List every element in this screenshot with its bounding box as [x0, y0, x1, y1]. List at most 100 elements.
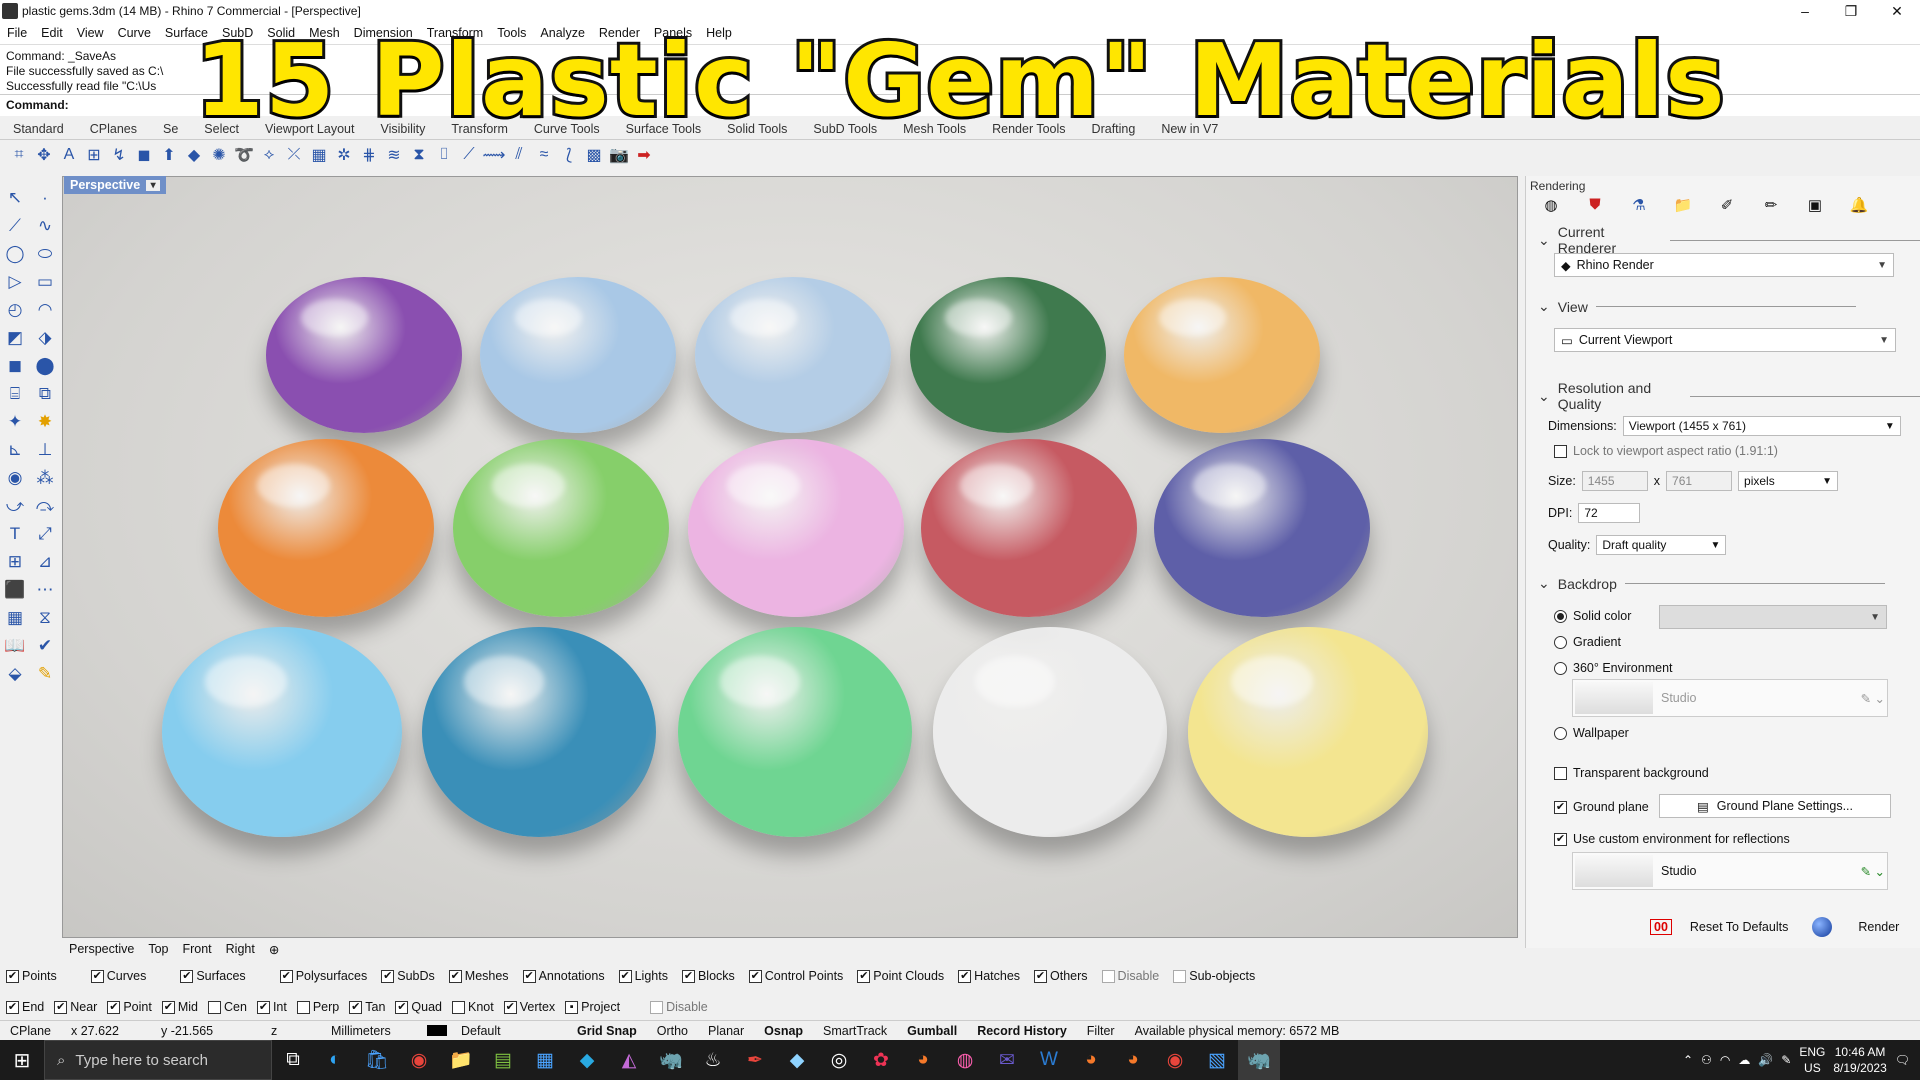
box-icon[interactable]: ◼	[133, 144, 155, 166]
checkbox[interactable]: ✔	[279, 969, 293, 983]
rhino-icon[interactable]: 🦏	[650, 1040, 692, 1080]
gradient-row[interactable]: Gradient	[1554, 635, 1621, 649]
osnap-vertex[interactable]: ✔ Vertex	[503, 1000, 555, 1014]
language-indicator[interactable]: ENG US	[1799, 1044, 1825, 1076]
record-history-toggle[interactable]: Record History	[967, 1024, 1077, 1038]
sweep-icon[interactable]: ≋	[383, 144, 405, 166]
checkbox[interactable]: ✔	[90, 969, 104, 983]
settings-icon[interactable]: ✺	[208, 144, 230, 166]
tab-standard[interactable]: Standard	[0, 122, 77, 136]
paint-app-icon[interactable]: ◍	[944, 1040, 986, 1080]
filter-annotations[interactable]: ✔ Annotations	[522, 969, 605, 983]
pencil-icon[interactable]: ✎ ⌄	[1861, 691, 1885, 706]
menu-analyze[interactable]: Analyze	[533, 26, 591, 40]
taskbar-search[interactable]: ⌕ Type here to search	[44, 1040, 272, 1080]
add-viewport-icon[interactable]: ⊕	[262, 942, 286, 957]
curve-icon[interactable]: ∿	[32, 214, 58, 237]
tab-transform[interactable]: Transform	[438, 122, 521, 136]
custom-env-checkbox[interactable]: ✔	[1554, 832, 1567, 846]
tab-visibility[interactable]: Visibility	[367, 122, 438, 136]
size-height-input[interactable]: 761	[1666, 471, 1733, 491]
checkbox[interactable]: ✔	[6, 1000, 19, 1014]
menu-view[interactable]: View	[70, 26, 111, 40]
davinci-icon[interactable]: ✿	[860, 1040, 902, 1080]
checkbox[interactable]: ✔	[381, 969, 395, 983]
rebuild-icon[interactable]: ⟡	[258, 144, 280, 166]
dpi-input[interactable]: 72	[1578, 503, 1641, 523]
osnap-toggle[interactable]: Osnap	[754, 1024, 813, 1038]
checkbox[interactable]: ✔	[107, 1000, 121, 1014]
filter-point-clouds[interactable]: ✔ Point Clouds	[857, 969, 944, 983]
point-icon[interactable]: ·	[32, 186, 58, 209]
units-select[interactable]: pixels ▼	[1738, 471, 1839, 491]
gem-dark-green[interactable]	[910, 277, 1106, 433]
ground-plane-settings-button[interactable]: ▤ Ground Plane Settings...	[1659, 794, 1891, 818]
menu-render[interactable]: Render	[592, 26, 647, 40]
section-view[interactable]: ⌄ View	[1538, 298, 1856, 315]
pipe-icon[interactable]: ⧗	[408, 144, 430, 166]
osnap-perp[interactable]: Perp	[296, 1000, 339, 1014]
checkbox[interactable]: ✔	[161, 1000, 175, 1014]
checkbox[interactable]: ✔	[958, 969, 972, 983]
gem-purple[interactable]	[266, 277, 462, 433]
tab-select[interactable]: Select	[191, 122, 252, 136]
arrow-icon[interactable]: ➡	[633, 144, 655, 166]
rhino-active-icon[interactable]: 🦏	[1238, 1040, 1280, 1080]
menu-mesh[interactable]: Mesh	[302, 26, 347, 40]
surface-icon[interactable]: ◆	[183, 144, 205, 166]
clock[interactable]: 10:46 AM 8/19/2023	[1833, 1044, 1886, 1076]
menu-curve[interactable]: Curve	[111, 26, 158, 40]
curve-tool-icon[interactable]: ↯	[108, 144, 130, 166]
layer-status[interactable]: Default	[417, 1024, 567, 1038]
ortho-toggle[interactable]: Ortho	[647, 1024, 698, 1038]
checkbox[interactable]: ✔	[857, 969, 871, 983]
gradient-radio[interactable]	[1554, 635, 1567, 649]
tab-mesh-tools[interactable]: Mesh Tools	[890, 122, 979, 136]
tab-surface-tools[interactable]: Surface Tools	[613, 122, 715, 136]
env360-row[interactable]: 360° Environment	[1554, 661, 1673, 675]
filter-surfaces[interactable]: ✔ Surfaces	[180, 969, 246, 983]
menu-edit[interactable]: Edit	[34, 26, 70, 40]
section-backdrop[interactable]: ⌄ Backdrop	[1538, 575, 1885, 592]
vptab-front[interactable]: Front	[175, 942, 218, 956]
project-icon[interactable]: ⫽	[508, 144, 530, 166]
filter-points[interactable]: ✔ Points	[6, 969, 57, 983]
app-icon[interactable]: ◆	[566, 1040, 608, 1080]
blender-icon[interactable]: ◕	[1070, 1040, 1112, 1080]
filter-control-points[interactable]: ✔ Control Points	[748, 969, 843, 983]
transparent-bg-row[interactable]: Transparent background	[1554, 766, 1709, 780]
teapot-icon[interactable]: ⚗	[1628, 196, 1650, 216]
ellipse-icon[interactable]: ⬭	[32, 242, 58, 265]
lights-icon[interactable]: ✦	[2, 410, 28, 433]
menu-solid[interactable]: Solid	[260, 26, 302, 40]
texture-icon[interactable]: ▩	[583, 144, 605, 166]
material-icon[interactable]: ⬙	[2, 662, 28, 685]
tab-subd-tools[interactable]: SubD Tools	[800, 122, 890, 136]
smarttrack-toggle[interactable]: SmartTrack	[813, 1024, 897, 1038]
filter-curves[interactable]: ✔ Curves	[90, 969, 146, 983]
wallpaper-radio[interactable]	[1554, 726, 1567, 740]
osnap-quad[interactable]: ✔ Quad	[395, 1000, 442, 1014]
notification-icon[interactable]: 🗨	[1895, 1053, 1910, 1067]
menu-transform[interactable]: Transform	[420, 26, 491, 40]
bend-icon[interactable]: ⟅	[558, 144, 580, 166]
solid-color-row[interactable]: Solid color	[1554, 609, 1631, 623]
size-width-input[interactable]: 1455	[1581, 471, 1648, 491]
menu-file[interactable]: File	[0, 26, 34, 40]
lock-aspect-row[interactable]: Lock to viewport aspect ratio (1.91:1)	[1554, 444, 1778, 458]
checkbox[interactable]: ✔	[448, 969, 462, 983]
filter-sub-objects[interactable]: Sub-objects	[1173, 969, 1255, 983]
dimension-icon[interactable]: ⊾	[2, 438, 28, 461]
edge-icon[interactable]: ◐	[314, 1040, 356, 1080]
checkbox[interactable]: ✔	[180, 969, 194, 983]
osnap-int[interactable]: ✔ Int	[256, 1000, 287, 1014]
shield-icon[interactable]: ⛊	[1584, 196, 1606, 216]
camera-icon[interactable]: 📷	[608, 144, 630, 166]
checkbox[interactable]	[452, 1000, 465, 1014]
obs-icon[interactable]: ◎	[818, 1040, 860, 1080]
lock-aspect-checkbox[interactable]	[1554, 444, 1567, 458]
checkbox[interactable]: ✔	[256, 1000, 270, 1014]
osnap-end[interactable]: ✔ End	[6, 1000, 44, 1014]
transparent-bg-checkbox[interactable]	[1554, 766, 1567, 780]
checkbox[interactable]: ✔	[522, 969, 536, 983]
